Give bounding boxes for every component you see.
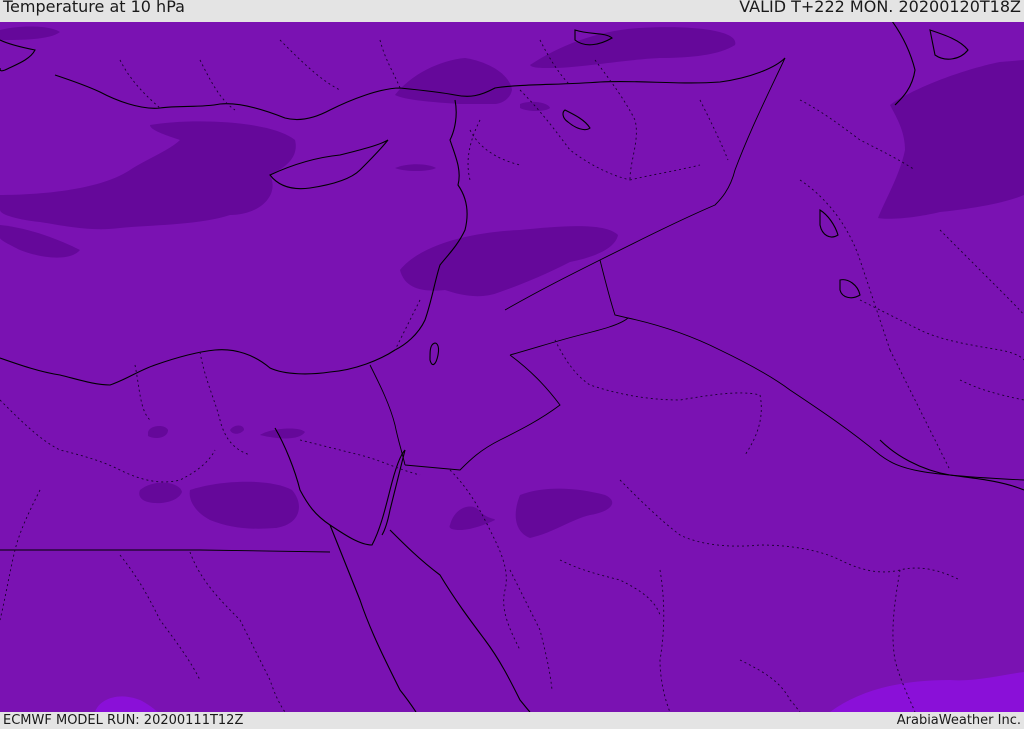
model-run-label: ECMWF MODEL RUN: 20200111T12Z [3, 713, 244, 728]
footer-bar: ECMWF MODEL RUN: 20200111T12Z ArabiaWeat… [0, 712, 1024, 729]
map-panel [0, 22, 1024, 712]
header-bar: Temperature at 10 hPa VALID T+222 MON. 2… [0, 0, 1024, 22]
map-title: Temperature at 10 hPa [3, 0, 185, 16]
temperature-map [0, 22, 1024, 712]
valid-time: VALID T+222 MON. 20200120T18Z [739, 0, 1021, 16]
credit-label: ArabiaWeather Inc. [896, 713, 1021, 728]
